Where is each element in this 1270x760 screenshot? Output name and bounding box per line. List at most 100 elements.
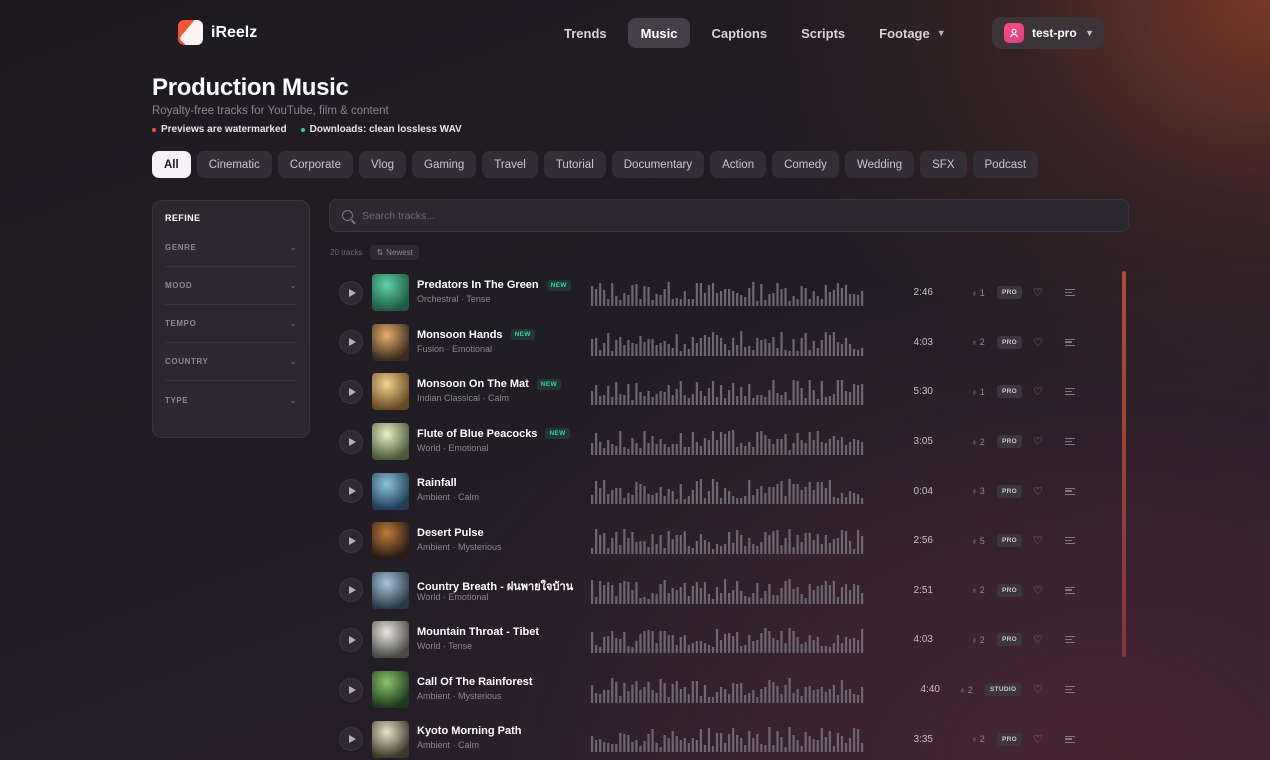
nav-music[interactable]: Music	[627, 18, 691, 48]
waveform[interactable]	[591, 330, 865, 356]
track-row[interactable]: Rainfall Ambient · Calm 0:04 ♁ 3 PRO ♡	[335, 466, 1115, 516]
add-to-list-icon[interactable]	[1065, 487, 1075, 495]
track-row[interactable]: Country Breath - ฝนพายใจบ้าน World · Emot…	[335, 566, 1115, 616]
add-to-list-icon[interactable]	[1065, 735, 1075, 743]
waveform[interactable]	[591, 280, 865, 306]
waveform[interactable]	[591, 578, 865, 604]
track-row[interactable]: Flute of Blue Peacocks NEW World · Emotion…	[335, 417, 1115, 467]
track-title[interactable]: Call Of The Rainforest	[417, 676, 533, 688]
heart-icon[interactable]: ♡	[1033, 534, 1043, 547]
category-chip-all[interactable]: All	[152, 151, 191, 178]
track-title[interactable]: Mountain Throat - Tibet	[417, 626, 539, 638]
waveform-bar	[615, 531, 618, 554]
heart-icon[interactable]: ♡	[1033, 633, 1043, 646]
heart-icon[interactable]: ♡	[1033, 485, 1043, 498]
heart-icon[interactable]: ♡	[1033, 286, 1043, 299]
category-chip-sfx[interactable]: SFX	[920, 151, 967, 178]
heart-icon[interactable]: ♡	[1033, 336, 1043, 349]
category-chip-podcast[interactable]: Podcast	[972, 151, 1039, 178]
waveform-bar	[728, 289, 731, 306]
track-title[interactable]: Desert Pulse	[417, 527, 484, 539]
waveform-bar	[703, 539, 707, 554]
waveform-bar	[603, 447, 606, 455]
play-button[interactable]	[339, 627, 363, 652]
waveform-bar	[639, 746, 642, 753]
search-bar[interactable]	[329, 199, 1129, 232]
track-title[interactable]: Predators In The Green	[417, 279, 539, 291]
heart-icon[interactable]: ♡	[1033, 435, 1043, 448]
add-to-list-icon[interactable]	[1065, 289, 1075, 297]
track-row[interactable]: Desert Pulse Ambient · Mysterious 2:56 ♁ 5 PR…	[335, 516, 1115, 566]
track-title[interactable]: Monsoon Hands	[417, 329, 503, 341]
add-to-list-icon[interactable]	[1065, 537, 1075, 545]
nav-trends[interactable]: Trends	[551, 18, 620, 48]
search-input[interactable]	[362, 209, 1062, 222]
category-chip-vlog[interactable]: Vlog	[358, 151, 407, 178]
track-row[interactable]: Monsoon On The Mat NEW Indian Classical · …	[335, 367, 1115, 417]
play-button[interactable]	[339, 528, 363, 553]
add-to-list-icon[interactable]	[1065, 438, 1075, 446]
scrollbar[interactable]	[1122, 271, 1126, 657]
add-to-list-icon[interactable]	[1065, 388, 1075, 396]
filter-mood[interactable]: MOOD ⌄	[165, 267, 297, 305]
user-menu-button[interactable]: test-pro ▼	[992, 17, 1104, 49]
heart-icon[interactable]: ♡	[1033, 683, 1043, 696]
add-to-list-icon[interactable]	[1065, 636, 1075, 644]
category-chip-comedy[interactable]: Comedy	[772, 151, 839, 178]
play-button[interactable]	[339, 379, 363, 404]
waveform-bar	[635, 740, 638, 753]
play-button[interactable]	[339, 330, 363, 355]
filter-country[interactable]: COUNTRY ⌄	[165, 343, 297, 381]
play-button[interactable]	[339, 677, 363, 702]
track-row[interactable]: Kyoto Morning Path Ambient · Calm 3:35 ♁ 2 PR…	[335, 714, 1115, 760]
add-to-list-icon[interactable]	[1065, 338, 1075, 346]
category-chip-wedding[interactable]: Wedding	[844, 151, 915, 178]
play-button[interactable]	[339, 280, 363, 305]
track-title[interactable]: Monsoon On The Mat	[417, 378, 529, 390]
waveform[interactable]	[591, 379, 865, 406]
category-chip-documentary[interactable]: Documentary	[611, 151, 705, 178]
filter-tempo[interactable]: TEMPO ⌄	[165, 305, 297, 343]
category-chip-travel[interactable]: Travel	[482, 151, 538, 178]
waveform[interactable]	[591, 726, 865, 753]
track-title[interactable]: Rainfall	[417, 477, 457, 489]
track-title[interactable]: Flute of Blue Peacocks	[417, 428, 537, 440]
play-button[interactable]	[339, 727, 363, 752]
category-chip-cinematic[interactable]: Cinematic	[196, 151, 272, 178]
track-row[interactable]: Predators In The Green NEW Orchestral · Te…	[335, 268, 1115, 318]
category-chip-corporate[interactable]: Corporate	[277, 151, 353, 178]
add-to-list-icon[interactable]	[1065, 686, 1075, 694]
track-title[interactable]: Kyoto Morning Path	[417, 725, 522, 737]
brand-logo[interactable]: iReelz	[178, 20, 257, 45]
waveform[interactable]	[591, 677, 865, 703]
waveform[interactable]	[591, 478, 865, 505]
track-thumbnail	[372, 571, 409, 609]
heart-icon[interactable]: ♡	[1033, 385, 1043, 398]
waveform[interactable]	[591, 528, 865, 554]
play-button[interactable]	[339, 479, 363, 504]
heart-icon[interactable]: ♡	[1033, 584, 1043, 597]
sort-button[interactable]: ⇅ Newest	[370, 245, 419, 260]
track-row[interactable]: Monsoon Hands NEW Fusion · Emotional 4:03 ♁ 2…	[335, 318, 1115, 368]
waveform[interactable]	[591, 627, 865, 654]
waveform-bar	[595, 596, 598, 604]
category-chip-tutorial[interactable]: Tutorial	[543, 151, 606, 178]
add-to-list-icon[interactable]	[1065, 586, 1075, 594]
category-chip-gaming[interactable]: Gaming	[412, 151, 477, 178]
track-row[interactable]: Mountain Throat - Tibet World · Tense 4:03…	[335, 615, 1115, 665]
play-button[interactable]	[339, 578, 363, 603]
waveform-bar	[780, 395, 783, 406]
waveform-bar	[607, 332, 610, 356]
waveform-bar	[816, 482, 819, 505]
filter-genre[interactable]: GENRE ⌄	[165, 229, 297, 267]
category-chip-action[interactable]: Action	[710, 151, 767, 178]
heart-icon[interactable]: ♡	[1033, 733, 1043, 746]
waveform-bar	[768, 583, 771, 604]
waveform[interactable]	[591, 429, 865, 455]
nav-scripts[interactable]: Scripts	[788, 18, 858, 48]
track-row[interactable]: Call Of The Rainforest Ambient · Mysterio…	[335, 665, 1115, 715]
nav-captions[interactable]: Captions	[698, 18, 780, 48]
nav-footage[interactable]: Footage ▼	[866, 18, 958, 48]
filter-type[interactable]: TYPE ⌄	[165, 381, 297, 419]
play-button[interactable]	[339, 429, 363, 454]
